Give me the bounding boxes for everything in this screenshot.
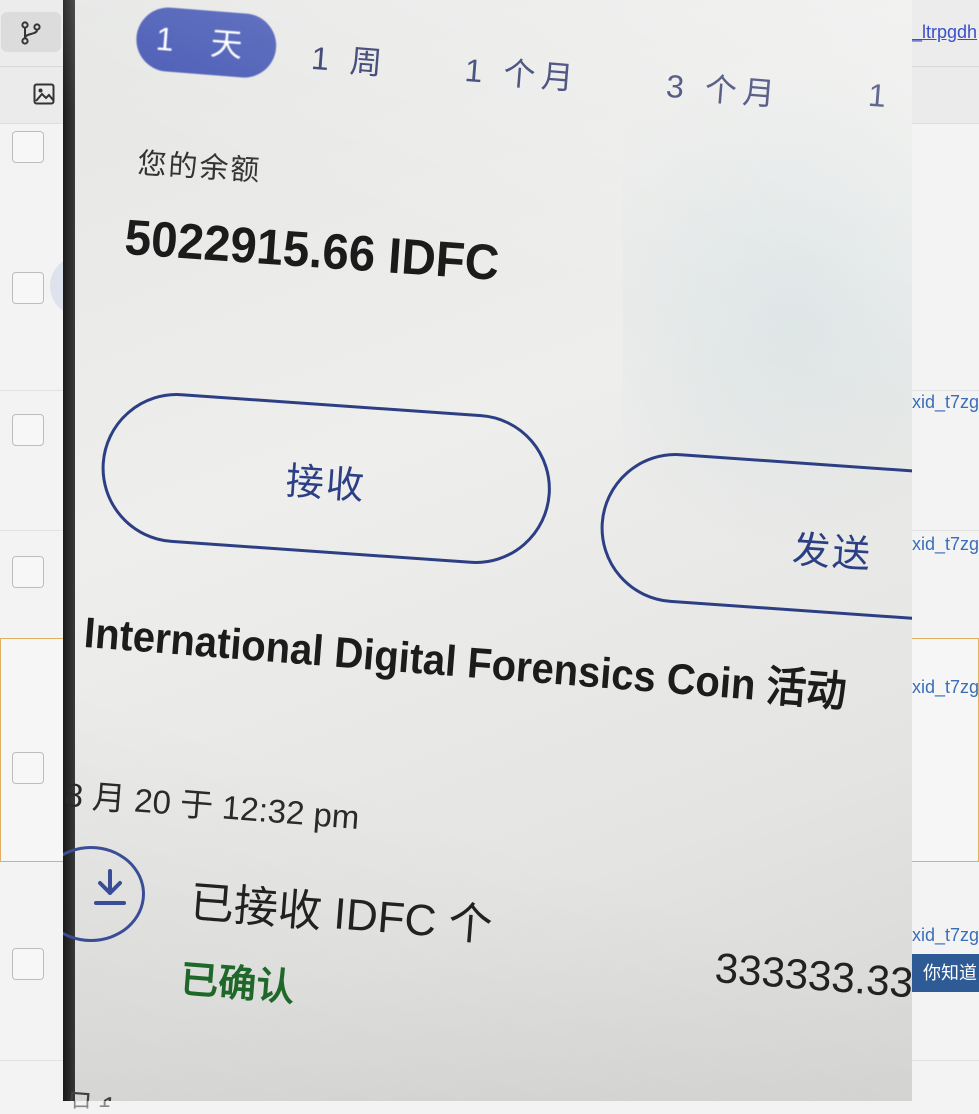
wallet-screen: 1 天 1 周 1 个月 3 个月 1 您的余额 5022915.66 IDFC… (63, 0, 912, 1101)
branch-button[interactable] (1, 12, 61, 52)
balance-amount: 5022915.66 IDFC (123, 208, 501, 292)
top-link[interactable]: _ltrpgdh (912, 22, 977, 43)
phone-photo: 1 天 1 周 1 个月 3 个月 1 您的余额 5022915.66 IDFC… (63, 0, 912, 1101)
tab-1-month[interactable]: 1 个月 (463, 45, 581, 100)
send-button-label: 发送 (790, 529, 874, 577)
image-icon[interactable] (33, 83, 55, 105)
download-icon (63, 846, 145, 942)
row-checkbox[interactable] (12, 752, 44, 784)
git-branch-icon (21, 21, 41, 45)
tab-1-day[interactable]: 1 天 (133, 5, 279, 80)
receive-button-label: 接收 (284, 460, 368, 509)
row-checkbox[interactable] (12, 131, 44, 163)
transaction-title[interactable]: 已接收 IDFC 个 (188, 866, 495, 954)
tab-3-months[interactable]: 3 个月 (665, 61, 783, 116)
send-button[interactable]: 发送 (595, 448, 912, 627)
period-tabs: 1 天 1 周 1 个月 3 个月 1 (131, 5, 912, 148)
balance-label: 您的余额 (136, 147, 263, 188)
row-link[interactable]: xid_t7zgc (912, 677, 979, 698)
transaction-date: 8 月 20 于 12:32 pm (63, 775, 361, 837)
row-checkbox[interactable] (12, 272, 44, 304)
row-checkbox[interactable] (12, 414, 44, 446)
activity-title: International Digital Forensics Coin 活动 (82, 608, 849, 717)
row-link[interactable]: xid_t7zg (912, 925, 979, 946)
next-transaction-date-partial: 日 1 (64, 1082, 118, 1101)
row-checkbox[interactable] (12, 556, 44, 588)
transaction-amount: 333333.33 (713, 944, 912, 1007)
tab-1-week[interactable]: 1 周 (310, 33, 390, 85)
row-checkbox[interactable] (12, 948, 44, 980)
tip-button[interactable]: 你知道 (912, 954, 979, 992)
row-link[interactable]: xid_t7zg (912, 392, 979, 413)
tab-1-year[interactable]: 1 (867, 77, 894, 116)
row-link[interactable]: xid_t7zg (912, 534, 979, 555)
receive-button[interactable]: 接收 (96, 388, 556, 570)
transaction-status: 已确认 (178, 958, 296, 1010)
